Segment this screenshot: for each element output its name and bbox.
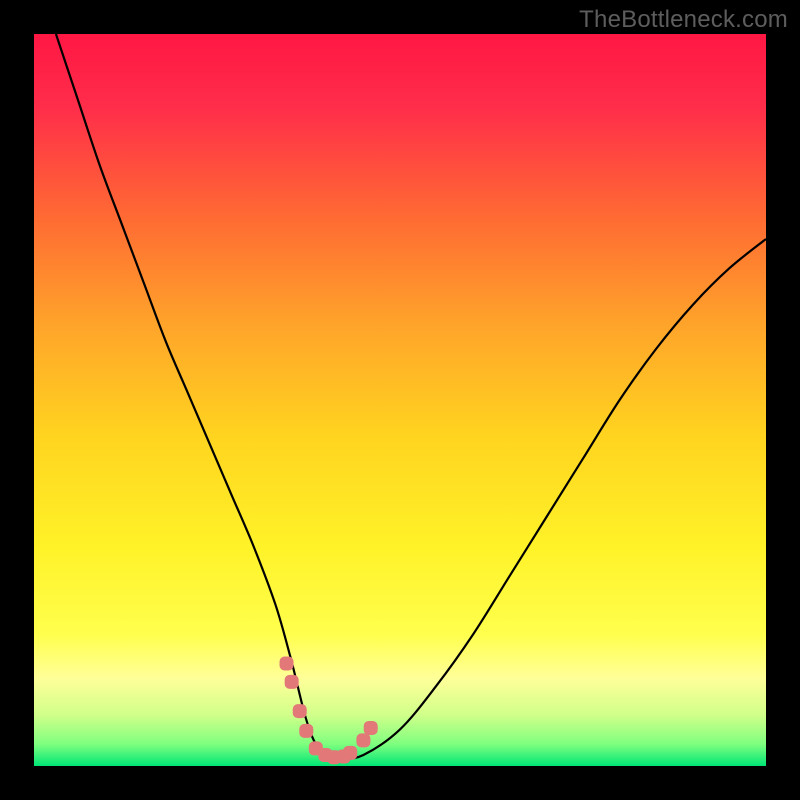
curve-layer: [34, 34, 766, 766]
marker-point: [364, 721, 378, 735]
marker-point: [299, 724, 313, 738]
plot-area: [34, 34, 766, 766]
marker-point: [356, 733, 370, 747]
watermark-text: TheBottleneck.com: [579, 6, 788, 34]
bottleneck-curve: [56, 34, 766, 759]
marker-point: [343, 746, 357, 760]
marker-point: [280, 657, 294, 671]
marker-point: [285, 675, 299, 689]
chart-frame: TheBottleneck.com: [0, 0, 800, 800]
marker-point: [293, 704, 307, 718]
